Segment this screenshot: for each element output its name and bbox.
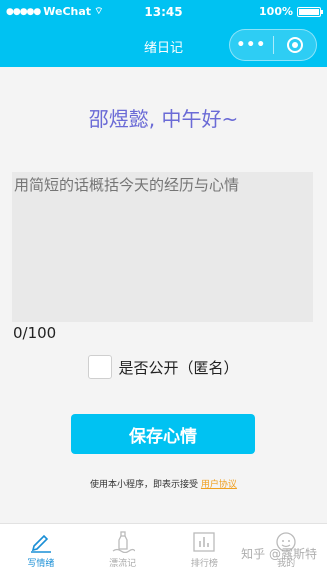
circle-close-button[interactable] [273, 37, 316, 53]
navigation-bar: 绪日记 ••• [0, 24, 327, 67]
public-checkbox[interactable] [88, 355, 113, 379]
mood-input[interactable] [12, 172, 313, 322]
agreement-text: 使用本小程序，即表示接受 [90, 480, 201, 490]
bottle-icon [112, 531, 135, 553]
greeting-text: 邵煜懿, 中午好~ [88, 107, 239, 131]
char-counter: 0/100 [13, 324, 57, 342]
battery-fill [299, 8, 319, 15]
battery-info: 100% [259, 5, 323, 18]
user-agreement-link[interactable]: 用户协议 [201, 480, 237, 490]
public-label[interactable]: 是否公开（匿名） [118, 357, 238, 378]
battery-icon [297, 6, 323, 17]
public-option: 是否公开（匿名） [0, 355, 327, 379]
mini-program-capsule: ••• [229, 29, 317, 61]
save-mood-button[interactable]: 保存心情 [71, 414, 255, 454]
pen-icon [30, 534, 51, 553]
chart-icon [193, 532, 216, 552]
battery-percent: 100% [259, 5, 293, 18]
agreement-notice: 使用本小程序，即表示接受 用户协议 [0, 477, 327, 490]
more-dots-icon[interactable]: ••• [230, 37, 273, 53]
tab-label: 写情绪 [27, 559, 55, 569]
watermark: 知乎 @露斯特 [241, 547, 317, 561]
tab-drift[interactable]: 漂流记 [82, 524, 164, 575]
tab-ranking[interactable]: 排行榜 [164, 524, 246, 575]
status-bar: ●●●●● WeChat ⌔ 13:45 100% [0, 0, 327, 24]
tab-label: 漂流记 [109, 559, 137, 569]
circle-close-icon [286, 37, 303, 53]
tab-label: 排行榜 [190, 559, 218, 569]
tab-write-mood[interactable]: 写情绪 [0, 524, 82, 575]
